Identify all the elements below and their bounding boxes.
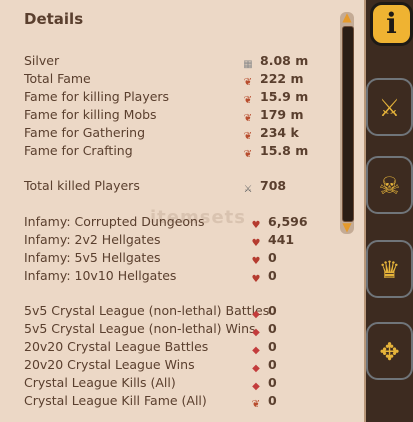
stat-label: Fame for killing Players xyxy=(24,89,170,104)
stat-label: Infamy: 2v2 Hellgates xyxy=(24,232,161,247)
stat-row-fame-players: Fame for killing Players ❦ 15.9 m xyxy=(24,88,324,106)
stat-label: 5v5 Crystal League (non-lethal) Battles xyxy=(24,303,270,318)
info-tab-button[interactable]: i xyxy=(370,2,413,46)
stat-value: ▦ 8.08 m xyxy=(243,53,309,70)
stat-value: ♥ 0 xyxy=(251,250,277,267)
stat-row-silver: Silver ▦ 8.08 m xyxy=(24,52,324,70)
stat-row-cl-20v20-battles: 20v20 Crystal League Battles ◆ 0 xyxy=(24,338,324,356)
stat-row-fame-crafting: Fame for Crafting ❦ 15.8 m xyxy=(24,142,324,160)
stat-row-infamy-corrupted: Infamy: Corrupted Dungeons ♥ 6,596 xyxy=(24,213,324,231)
scroll-down-arrow-icon[interactable]: ▼ xyxy=(339,220,355,234)
stat-row-fame-mobs: Fame for killing Mobs ❦ 179 m xyxy=(24,106,324,124)
stat-value: ❦ 234 k xyxy=(243,125,299,142)
stat-value: ♥ 0 xyxy=(251,268,277,285)
stat-label: Total killed Players xyxy=(24,178,140,193)
details-panel: Details itemsets Silver ▦ 8.08 m Total Fa… xyxy=(0,0,366,422)
stat-label: 5v5 Crystal League (non-lethal) Wins xyxy=(24,321,256,336)
stat-label: Fame for Crafting xyxy=(24,143,133,158)
stat-value: ⚔ 708 xyxy=(243,178,287,195)
trophy-icon: ♛ xyxy=(378,256,401,284)
trophy-tab-button[interactable]: ♛ xyxy=(366,240,413,298)
stat-label: Infamy: 5v5 Hellgates xyxy=(24,250,161,265)
stat-row-total-fame: Total Fame ❦ 222 m xyxy=(24,70,324,88)
stat-label: Fame for Gathering xyxy=(24,125,146,140)
stat-row-cl-kills: Crystal League Kills (All) ◆ 0 xyxy=(24,374,324,392)
stat-value: ❦ 0 xyxy=(251,393,277,410)
stat-label: Infamy: 10v10 Hellgates xyxy=(24,268,177,283)
stat-row-cl-kill-fame: Crystal League Kill Fame (All) ❦ 0 xyxy=(24,392,324,410)
skull-icon: ☠ xyxy=(378,172,401,200)
stat-value: ◆ 0 xyxy=(250,320,277,339)
pvp-tab-button[interactable]: ☠ xyxy=(366,156,413,214)
stat-value: ♥ 441 xyxy=(251,232,295,249)
stat-value: ◆ 0 xyxy=(250,338,277,357)
stat-value: ❦ 222 m xyxy=(243,71,304,88)
stat-row-infamy-10v10: Infamy: 10v10 Hellgates ♥ 0 xyxy=(24,267,324,285)
globe-swords-icon: ✥ xyxy=(379,338,400,366)
guild-war-tab-button[interactable]: ✥ xyxy=(366,322,413,380)
stat-label: Silver xyxy=(24,53,60,68)
stat-row-infamy-5v5: Infamy: 5v5 Hellgates ♥ 0 xyxy=(24,249,324,267)
stat-value: ◆ 0 xyxy=(250,374,277,393)
infamy-icon: ♥ xyxy=(251,274,261,285)
stat-label: Fame for killing Mobs xyxy=(24,107,157,122)
stat-value: ❦ 179 m xyxy=(243,107,304,124)
stat-value: ♥ 6,596 xyxy=(251,214,308,231)
fame-icon: ❦ xyxy=(243,149,253,160)
stat-row-fame-gathering: Fame for Gathering ❦ 234 k xyxy=(24,124,324,142)
stat-row-infamy-2v2: Infamy: 2v2 Hellgates ♥ 441 xyxy=(24,231,324,249)
stat-row-killed-players: Total killed Players ⚔ 708 xyxy=(24,177,324,195)
stat-label: Infamy: Corrupted Dungeons xyxy=(24,214,205,229)
crossed-swords-icon: ⚔ xyxy=(243,184,253,195)
crossed-swords-icon: ⚔ xyxy=(378,94,401,122)
panel-title: Details xyxy=(24,10,84,28)
stat-row-cl-20v20-wins: 20v20 Crystal League Wins ◆ 0 xyxy=(24,356,324,374)
info-icon: i xyxy=(386,7,397,40)
stat-row-cl-5v5-wins: 5v5 Crystal League (non-lethal) Wins ◆ 0 xyxy=(24,320,324,338)
stat-value: ❦ 15.8 m xyxy=(243,143,309,160)
combat-tab-button[interactable]: ⚔ xyxy=(366,78,413,136)
stat-label: Crystal League Kill Fame (All) xyxy=(24,393,207,408)
scrollbar-thumb[interactable] xyxy=(342,26,354,222)
stat-label: 20v20 Crystal League Battles xyxy=(24,339,209,354)
scroll-up-arrow-icon[interactable]: ▲ xyxy=(339,10,355,24)
stat-value: ❦ 15.9 m xyxy=(243,89,309,106)
fame-icon: ❦ xyxy=(251,399,261,410)
stat-label: Total Fame xyxy=(24,71,91,86)
stat-row-cl-5v5-battles: 5v5 Crystal League (non-lethal) Battles … xyxy=(24,302,324,320)
stat-value: ◆ 0 xyxy=(250,356,277,375)
stat-label: Crystal League Kills (All) xyxy=(24,375,176,390)
stat-value: ◆ 0 xyxy=(250,302,277,321)
stat-label: 20v20 Crystal League Wins xyxy=(24,357,195,372)
